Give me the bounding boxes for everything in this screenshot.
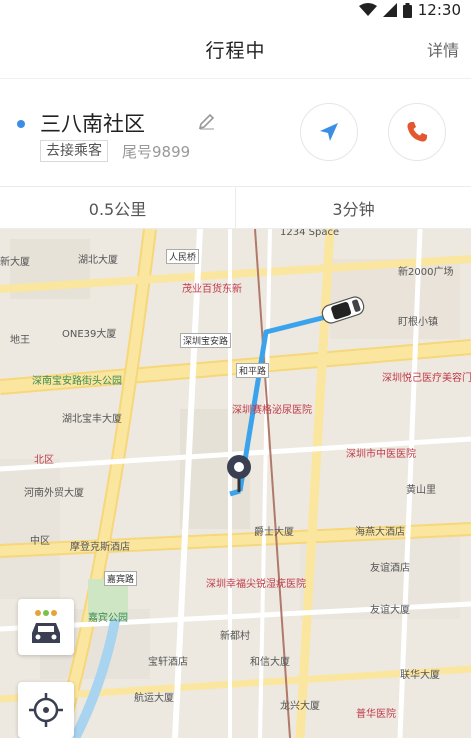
map-label: 北区 (34, 455, 54, 466)
map-label: 海燕大酒店 (355, 527, 405, 538)
map-label: 茂业百货东新 (182, 284, 242, 295)
locate-button[interactable] (18, 682, 74, 738)
duration-value: 3分钟 (332, 199, 375, 219)
map-label: 友谊酒店 (370, 563, 410, 574)
map-label: 盯根小镇 (398, 317, 438, 328)
car-marker-icon (321, 296, 365, 324)
traffic-toggle-button[interactable] (18, 599, 74, 655)
destination-card: 三八南社区 去接乘客 尾号9899 (0, 78, 471, 186)
crosshair-icon (29, 693, 63, 727)
map-label: 宝轩酒店 (148, 657, 188, 668)
map-label: 嘉宾公园 (88, 613, 128, 624)
map-label: 河南外贸大厦 (24, 488, 84, 499)
map-label: 湖北宝丰大厦 (62, 414, 122, 425)
distance-value: 0.5公里 (88, 199, 147, 219)
top-header: 行程中 详情 (0, 20, 471, 78)
map-label: 中区 (30, 536, 50, 547)
status-time: 12:30 (417, 1, 461, 19)
pencil-icon[interactable] (198, 112, 216, 130)
page-title: 行程中 (205, 39, 266, 62)
navigate-button[interactable] (300, 103, 358, 161)
detail-link[interactable]: 详情 (427, 37, 459, 61)
map-label: ONE39大厦 (62, 329, 117, 340)
map-label: 黄山里 (406, 485, 436, 496)
battery-icon (402, 2, 412, 18)
map-label: 1234 Space (280, 229, 340, 238)
map-label: 嘉宾路 (104, 571, 138, 586)
tail-number: 尾号9899 (122, 143, 191, 161)
trip-stats: 0.5公里 3分钟 (0, 186, 471, 229)
map-label: 和平路 (236, 363, 270, 378)
map-label: 深南宝安路街头公园 (32, 376, 122, 387)
map-label: 新2000广场 (398, 267, 454, 278)
status-bar: 12:30 (0, 0, 471, 20)
map-label: 和信大厦 (250, 657, 290, 668)
map-label: 地王 (10, 335, 30, 346)
map-label: 湖北大厦 (78, 255, 118, 266)
map-label: 深圳市中医医院 (346, 449, 416, 460)
map-label: 人民桥 (166, 249, 200, 264)
map-label: 航运大厦 (134, 693, 174, 704)
map-label: 深圳幸福尖锐湿疣医院 (206, 579, 306, 590)
car-icon (32, 610, 60, 643)
phone-icon (407, 122, 427, 142)
map-label: 普华医院 (356, 709, 396, 720)
map-label: 摩登克斯酒店 (70, 542, 130, 553)
map-view[interactable]: 湖北大厦 新大厦 地王 ONE39大厦 深南宝安路街头公园 茂业百货东新 人民桥… (0, 229, 471, 738)
map-label: 新大厦 (0, 257, 30, 268)
map-label: 龙兴大厦 (280, 701, 320, 712)
map-label: 联华大厦 (400, 670, 440, 681)
navigation-arrow-icon (320, 123, 338, 141)
signal-icon (382, 3, 397, 17)
destination-pin-icon (227, 455, 251, 492)
map-label: 深圳赛格泌尿医院 (232, 405, 312, 416)
map-label: 深圳悦己医疗美容门诊 (382, 373, 471, 384)
map-label: 爵士大厦 (254, 527, 294, 538)
wifi-icon (358, 3, 377, 16)
pickup-tag: 去接乘客 (40, 140, 108, 162)
map-label: 深圳宝安路 (180, 333, 232, 348)
call-button[interactable] (388, 103, 446, 161)
destination-dot (17, 120, 25, 128)
destination-name: 三八南社区 (40, 112, 145, 136)
map-label: 友谊大厦 (370, 605, 410, 616)
map-label: 新都村 (220, 631, 250, 642)
